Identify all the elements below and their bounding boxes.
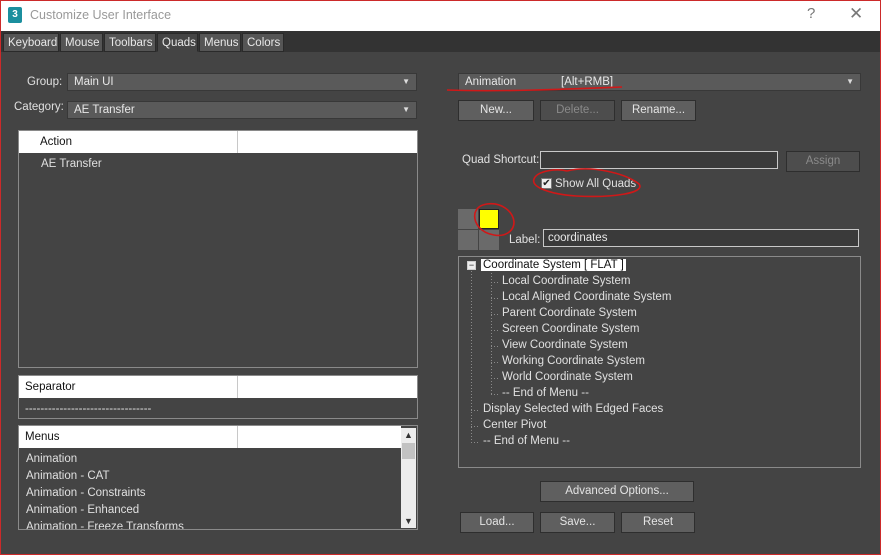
close-button[interactable]: ✕ xyxy=(849,4,863,24)
tree-node-child[interactable]: View Coordinate System xyxy=(502,339,628,351)
tab-colors[interactable]: Colors xyxy=(242,33,284,52)
quad-menu-dropdown[interactable]: Animation [Alt+RMB] ▼ xyxy=(458,73,861,91)
label-input[interactable]: coordinates xyxy=(543,229,859,247)
tree-node-child[interactable]: Local Coordinate System xyxy=(502,275,630,287)
rename-button[interactable]: Rename... xyxy=(621,100,696,121)
menu-item-animation-enhanced[interactable]: Animation - Enhanced xyxy=(26,504,139,516)
category-dropdown-value: AE Transfer xyxy=(74,104,135,116)
save-button[interactable]: Save... xyxy=(540,512,615,533)
title-bar: 3 Customize User Interface ? ✕ xyxy=(1,1,880,31)
menus-list-header: Menus xyxy=(19,426,401,448)
load-button[interactable]: Load... xyxy=(460,512,534,533)
tab-bar: Keyboard Mouse Toolbars Quads Menus Colo… xyxy=(1,31,880,52)
action-item[interactable]: AE Transfer xyxy=(41,158,102,170)
menu-item-animation-freeze-transforms[interactable]: Animation - Freeze Transforms xyxy=(26,521,184,529)
app-icon: 3 xyxy=(8,7,22,23)
group-label: Group: xyxy=(27,76,63,88)
menus-column-header[interactable]: Menus xyxy=(25,426,60,448)
tree-node-root[interactable]: Coordinate System [ FLAT ] xyxy=(481,259,626,271)
group-dropdown[interactable]: Main UI ▼ xyxy=(67,73,417,91)
quad-menu-shortcut: [Alt+RMB] xyxy=(561,76,614,88)
menu-item-animation-constraints[interactable]: Animation - Constraints xyxy=(26,487,146,499)
tree-node-child[interactable]: World Coordinate System xyxy=(502,371,633,383)
menus-scrollbar[interactable]: ▲ ▼ xyxy=(401,428,416,528)
advanced-options-button[interactable]: Advanced Options... xyxy=(540,481,694,502)
action-list[interactable]: Action AE Transfer xyxy=(18,130,418,368)
menus-second-column[interactable] xyxy=(237,426,402,448)
tab-keyboard[interactable]: Keyboard xyxy=(3,33,59,52)
shortcut-column-header[interactable] xyxy=(237,131,417,153)
delete-button[interactable]: Delete... xyxy=(540,100,615,121)
scroll-thumb[interactable] xyxy=(402,443,415,459)
show-all-quads-label[interactable]: Show All Quads xyxy=(555,178,636,190)
quad-menu-name: Animation xyxy=(465,76,517,88)
tree-node-top-level[interactable]: -- End of Menu -- xyxy=(483,435,570,447)
tab-menus[interactable]: Menus xyxy=(199,33,241,52)
separator-item[interactable]: --------------------------------- xyxy=(25,403,151,415)
scroll-down-icon[interactable]: ▼ xyxy=(401,514,416,528)
menus-list[interactable]: Menus Animation Animation - CAT Animatio… xyxy=(18,425,418,530)
action-column-header[interactable]: Action xyxy=(40,131,72,153)
show-all-quads-checkbox[interactable]: ✔ xyxy=(541,178,552,189)
tab-toolbars[interactable]: Toolbars xyxy=(104,33,156,52)
label-label: Label: xyxy=(509,234,541,246)
dropdown-arrow-icon: ▼ xyxy=(402,105,410,114)
category-label: Category: xyxy=(14,101,64,113)
scroll-up-icon[interactable]: ▲ xyxy=(401,428,416,442)
tab-quads[interactable]: Quads xyxy=(157,33,198,52)
help-button[interactable]: ? xyxy=(807,5,815,22)
tree-node-child[interactable]: Screen Coordinate System xyxy=(502,323,639,335)
separator-column-header[interactable]: Separator xyxy=(25,376,76,398)
reset-button[interactable]: Reset xyxy=(621,512,695,533)
quad-bottom-right[interactable] xyxy=(479,230,499,250)
quad-shortcut-label: Quad Shortcut: xyxy=(462,154,540,166)
separator-second-column[interactable] xyxy=(237,376,417,398)
separator-list[interactable]: Separator ------------------------------… xyxy=(18,375,418,419)
dropdown-arrow-icon: ▼ xyxy=(402,77,410,86)
category-dropdown[interactable]: AE Transfer ▼ xyxy=(67,101,417,119)
new-button[interactable]: New... xyxy=(458,100,534,121)
menu-item-animation[interactable]: Animation xyxy=(26,453,77,465)
quad-top-left[interactable] xyxy=(458,209,478,229)
action-list-header: Action xyxy=(19,131,417,153)
tab-mouse[interactable]: Mouse xyxy=(60,33,103,52)
tree-node-child[interactable]: -- End of Menu -- xyxy=(502,387,589,399)
window-title: Customize User Interface xyxy=(30,8,172,22)
customize-ui-window: 3 Customize User Interface ? ✕ Keyboard … xyxy=(0,0,881,555)
group-dropdown-value: Main UI xyxy=(74,76,114,88)
tree-node-top-level[interactable]: Center Pivot xyxy=(483,419,546,431)
collapse-icon[interactable]: − xyxy=(467,261,476,270)
quad-shortcut-input[interactable] xyxy=(540,151,778,169)
dropdown-arrow-icon: ▼ xyxy=(846,77,854,86)
quad-bottom-left[interactable] xyxy=(458,230,478,250)
tree-node-child[interactable]: Working Coordinate System xyxy=(502,355,645,367)
quad-top-right-selected[interactable] xyxy=(479,209,499,229)
assign-button[interactable]: Assign xyxy=(786,151,860,172)
menu-item-animation-cat[interactable]: Animation - CAT xyxy=(26,470,110,482)
tree-node-child[interactable]: Parent Coordinate System xyxy=(502,307,637,319)
tree-node-top-level[interactable]: Display Selected with Edged Faces xyxy=(483,403,663,415)
separator-list-header: Separator xyxy=(19,376,417,398)
tree-node-child[interactable]: Local Aligned Coordinate System xyxy=(502,291,671,303)
